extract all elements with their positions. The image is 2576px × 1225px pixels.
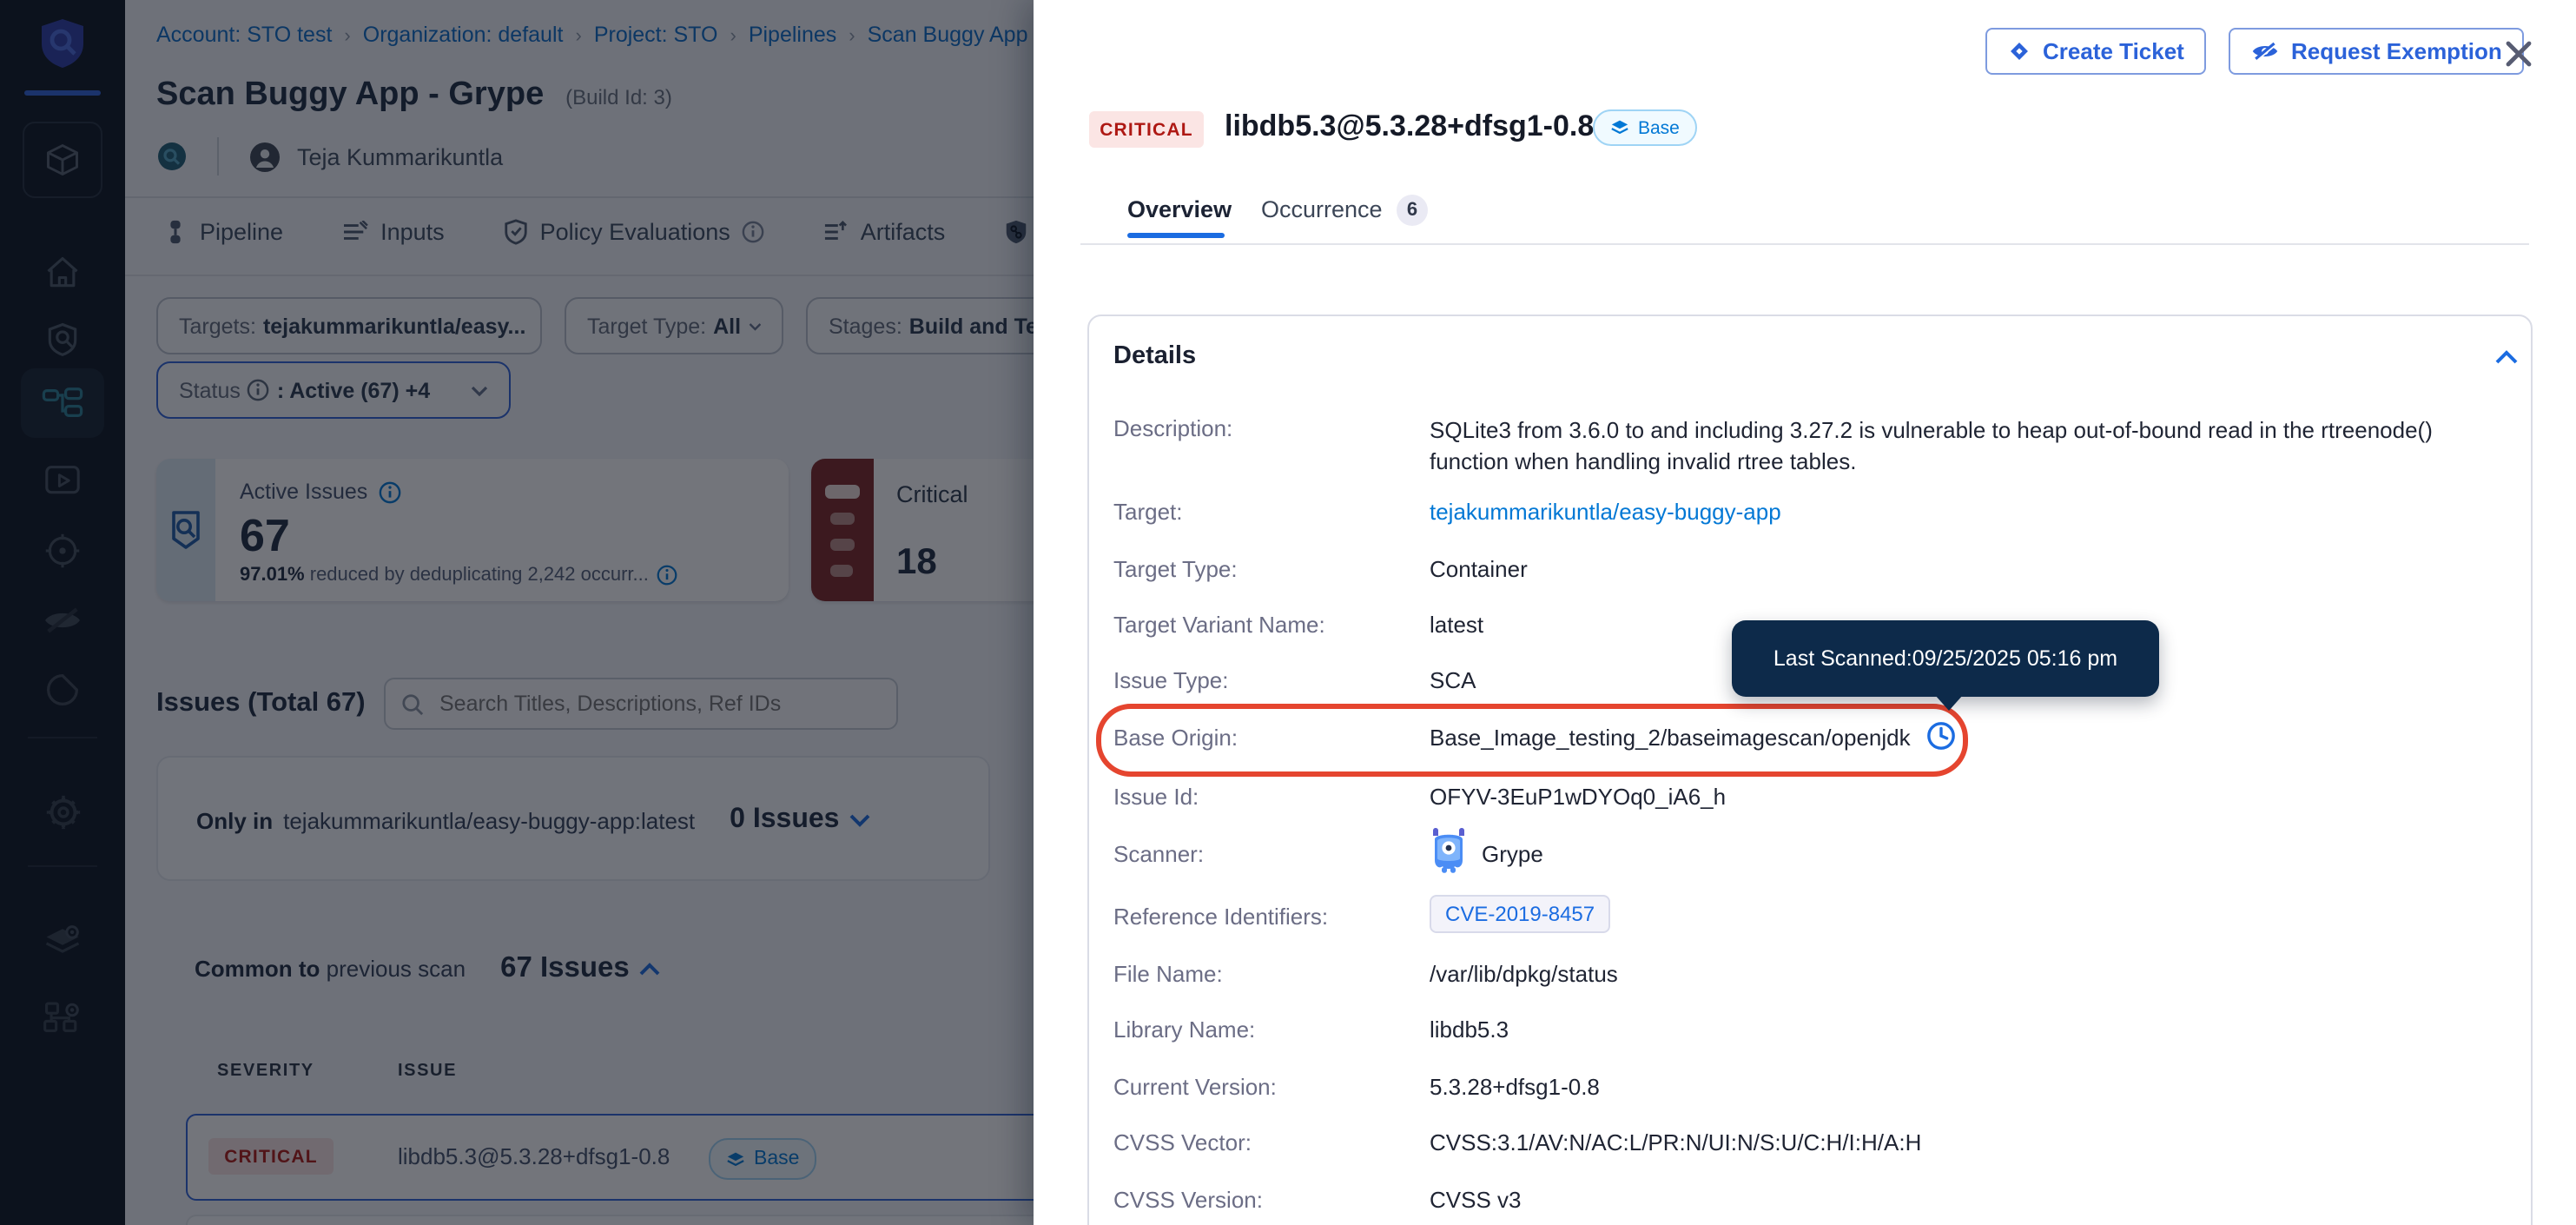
drawer-issue-title: libdb5.3@5.3.28+dfsg1-0.8 (1225, 109, 1594, 144)
exemption-eye-off-icon (2251, 40, 2279, 63)
details-heading: Details (1113, 342, 1196, 370)
request-exemption-label: Request Exemption (2291, 38, 2502, 64)
issue-details-drawer: Create Ticket Request Exemption CRITICAL… (1034, 0, 2576, 1225)
field-label: Current Version: (1113, 1074, 1277, 1100)
field-label: Library Name: (1113, 1016, 1255, 1043)
field-label: Target Variant Name: (1113, 612, 1325, 638)
request-exemption-button[interactable]: Request Exemption (2229, 28, 2525, 75)
drawer-tab-overview[interactable]: Overview (1127, 196, 1232, 222)
field-label: Target Type: (1113, 556, 1238, 582)
field-value-current-version: 5.3.28+dfsg1-0.8 (1430, 1074, 1600, 1100)
active-tab-underline (1127, 233, 1225, 238)
field-value-cvss-vector: CVSS:3.1/AV:N/AC:L/PR:N/UI:N/S:U/C:H/I:H… (1430, 1129, 1921, 1155)
field-label: Issue Type: (1113, 667, 1229, 693)
create-ticket-button[interactable]: Create Ticket (1985, 28, 2207, 75)
layers-icon (1610, 118, 1629, 137)
field-value-target-variant: latest (1430, 612, 1483, 638)
grype-scanner-icon (1426, 825, 1471, 874)
field-label: Scanner: (1113, 841, 1204, 867)
base-origin-annotation-oval (1096, 704, 1968, 777)
field-value-description: SQLite3 from 3.6.0 to and including 3.27… (1430, 415, 2507, 478)
field-value-library-name: libdb5.3 (1430, 1016, 1509, 1043)
ticket-diamond-icon (2008, 40, 2031, 63)
close-drawer-button[interactable] (2503, 38, 2534, 70)
field-value-file-name: /var/lib/dpkg/status (1430, 961, 1618, 987)
occurrence-count-badge: 6 (1397, 195, 1428, 226)
field-label: CVSS Vector: (1113, 1129, 1252, 1155)
field-label: Target: (1113, 499, 1183, 525)
field-value-target-type: Container (1430, 556, 1528, 582)
field-label: CVSS Version: (1113, 1187, 1263, 1213)
drawer-tab-occurrence[interactable]: Occurrence (1261, 196, 1383, 222)
drawer-base-tag-label: Base (1638, 117, 1680, 138)
field-value-cvss-version: CVSS v3 (1430, 1187, 1522, 1213)
last-scanned-tooltip: Last Scanned:09/25/2025 05:16 pm (1732, 620, 2159, 697)
close-icon (2503, 38, 2534, 70)
drawer-severity-badge: CRITICAL (1089, 111, 1204, 148)
field-label: Reference Identifiers: (1113, 904, 1328, 930)
field-value-issue-type: SCA (1430, 667, 1476, 693)
field-label: Issue Id: (1113, 784, 1199, 810)
drawer-base-tag: Base (1593, 109, 1697, 146)
field-label: File Name: (1113, 961, 1223, 987)
field-value-cve-chip[interactable]: CVE-2019-8457 (1430, 895, 1610, 933)
last-scanned-tooltip-text: Last Scanned:09/25/2025 05:16 pm (1773, 646, 2117, 671)
collapse-chevron-icon[interactable] (2494, 349, 2519, 365)
app-window: Account: STO test›Organization: default›… (0, 0, 2576, 1225)
field-label: Description: (1113, 415, 1232, 441)
field-value-scanner: Grype (1482, 841, 1543, 867)
create-ticket-label: Create Ticket (2043, 38, 2184, 64)
drawer-tabs-divider (1080, 243, 2529, 245)
field-value-issue-id: OFYV-3EuP1wDYOq0_iA6_h (1430, 784, 1726, 810)
field-value-target-link[interactable]: tejakummarikuntla/easy-buggy-app (1430, 499, 1781, 525)
modal-dim-overlay[interactable] (0, 0, 1034, 1225)
